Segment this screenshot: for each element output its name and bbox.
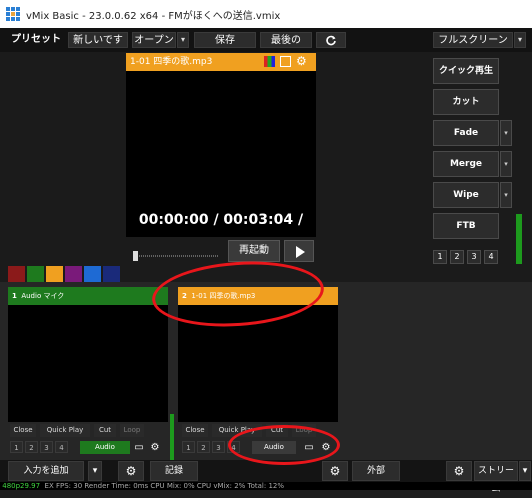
color-tab-3[interactable] — [46, 266, 63, 282]
audio-level-meter — [516, 214, 522, 264]
color-bars-icon[interactable] — [264, 56, 275, 67]
new-button[interactable]: 新しいです — [68, 32, 128, 48]
input-2-overlay-3[interactable]: 3 — [212, 441, 225, 453]
restart-button[interactable]: 再起動 — [228, 240, 280, 262]
add-input-dropdown-caret[interactable]: ▾ — [88, 461, 102, 481]
fullscreen-dropdown-caret[interactable]: ▾ — [514, 32, 526, 48]
input-1-title-bar[interactable]: 1 Audio マイク — [8, 287, 168, 305]
settings-gear-icon[interactable]: ⚙ — [118, 461, 144, 481]
preview-timecode: 00:00:00 / 00:03:04 / — [138, 212, 304, 228]
menu-bar: プリセット 新しいです オープン ▾ 保存 最後の フルスクリーン ▾ — [0, 28, 532, 52]
input-1-quickplay-button[interactable]: Quick Play — [40, 424, 90, 437]
input-1-overlay-4[interactable]: 4 — [55, 441, 68, 453]
transition-1-button[interactable]: 1 — [433, 250, 447, 264]
stream-dropdown-caret[interactable]: ▾ — [519, 461, 531, 481]
input-1-overlay-1[interactable]: 1 — [10, 441, 23, 453]
settings-gear-icon[interactable]: ⚙ — [296, 54, 307, 68]
status-format: 480p29.97 — [2, 482, 41, 490]
input-2-overlay-2[interactable]: 2 — [197, 441, 210, 453]
color-tab-4[interactable] — [65, 266, 82, 282]
color-tab-6[interactable] — [103, 266, 120, 282]
input-1-close-button[interactable]: Close — [10, 424, 36, 437]
external-settings-gear-icon[interactable]: ⚙ — [322, 461, 348, 481]
open-button[interactable]: オープン — [132, 32, 176, 48]
seek-track — [133, 251, 219, 261]
transition-2-button[interactable]: 2 — [450, 250, 464, 264]
vmix-logo-icon — [6, 7, 20, 21]
record-button[interactable]: 記録 — [150, 461, 198, 481]
overlay-icon[interactable] — [280, 56, 291, 67]
input-1-overlay-3[interactable]: 3 — [40, 441, 53, 453]
input-1-cut-button[interactable]: Cut — [94, 424, 116, 437]
wipe-button[interactable]: Wipe — [433, 182, 499, 208]
input-1-overlay-2[interactable]: 2 — [25, 441, 38, 453]
fade-button[interactable]: Fade — [433, 120, 499, 146]
refresh-button[interactable] — [316, 32, 346, 48]
input-1-audio-button[interactable]: Audio — [80, 441, 130, 454]
external-button[interactable]: 外部 — [352, 461, 400, 481]
color-tab-5[interactable] — [84, 266, 101, 282]
input-2-close-button[interactable]: Close — [182, 424, 208, 437]
status-bar: 480p29.97 EX FPS: 30 Render Time: 0ms CP… — [0, 482, 532, 490]
fullscreen-button[interactable]: フルスクリーン — [433, 32, 513, 48]
input-2-overlay-1[interactable]: 1 — [182, 441, 195, 453]
input-1-video[interactable] — [8, 305, 168, 422]
stream-settings-gear-icon[interactable]: ⚙ — [446, 461, 472, 481]
wipe-dropdown-caret[interactable]: ▾ — [500, 182, 512, 208]
stream-button[interactable]: ストリーム — [474, 461, 518, 494]
quick-play-button[interactable]: クイック再生 — [433, 58, 499, 84]
recent-button[interactable]: 最後の — [260, 32, 312, 48]
preset-menu[interactable]: プリセット — [10, 32, 62, 48]
window-title: vMix Basic - 23.0.0.62 x64 - FMがほくへの送信.v… — [26, 11, 281, 22]
input-1-monitor-icon[interactable]: ▭ — [133, 442, 145, 454]
play-button[interactable] — [284, 240, 314, 262]
transition-3-button[interactable]: 3 — [467, 250, 481, 264]
cut-button[interactable]: カット — [433, 89, 499, 115]
input-1-name: Audio マイク — [21, 292, 65, 300]
preview-title: 1-01 四季の歌.mp3 — [130, 57, 213, 67]
save-button[interactable]: 保存 — [194, 32, 256, 48]
merge-dropdown-caret[interactable]: ▾ — [500, 151, 512, 177]
color-tab-2[interactable] — [27, 266, 44, 282]
open-dropdown-caret[interactable]: ▾ — [177, 32, 189, 48]
annotation-circle-audio-button — [228, 425, 340, 465]
transition-4-button[interactable]: 4 — [484, 250, 498, 264]
input-1-settings-gear-icon[interactable]: ⚙ — [149, 442, 161, 454]
ftb-button[interactable]: FTB — [433, 213, 499, 239]
input-1-loop-button[interactable]: Loop — [120, 424, 144, 437]
refresh-icon — [326, 35, 336, 46]
window-title-bar: vMix Basic - 23.0.0.62 x64 - FMがほくへの送信.v… — [0, 0, 532, 28]
status-stats: EX FPS: 30 Render Time: 0ms CPU Mix: 0% … — [44, 482, 285, 490]
color-tab-1[interactable] — [8, 266, 25, 282]
merge-button[interactable]: Merge — [433, 151, 499, 177]
preview-seek-slider[interactable] — [133, 246, 221, 261]
add-input-button[interactable]: 入力を追加 — [8, 461, 84, 481]
preview-title-bar: 1-01 四季の歌.mp3 ⚙ — [126, 53, 316, 71]
input-1-audio-meter — [170, 414, 174, 460]
input-1-number: 1 — [12, 292, 17, 300]
fade-dropdown-caret[interactable]: ▾ — [500, 120, 512, 146]
